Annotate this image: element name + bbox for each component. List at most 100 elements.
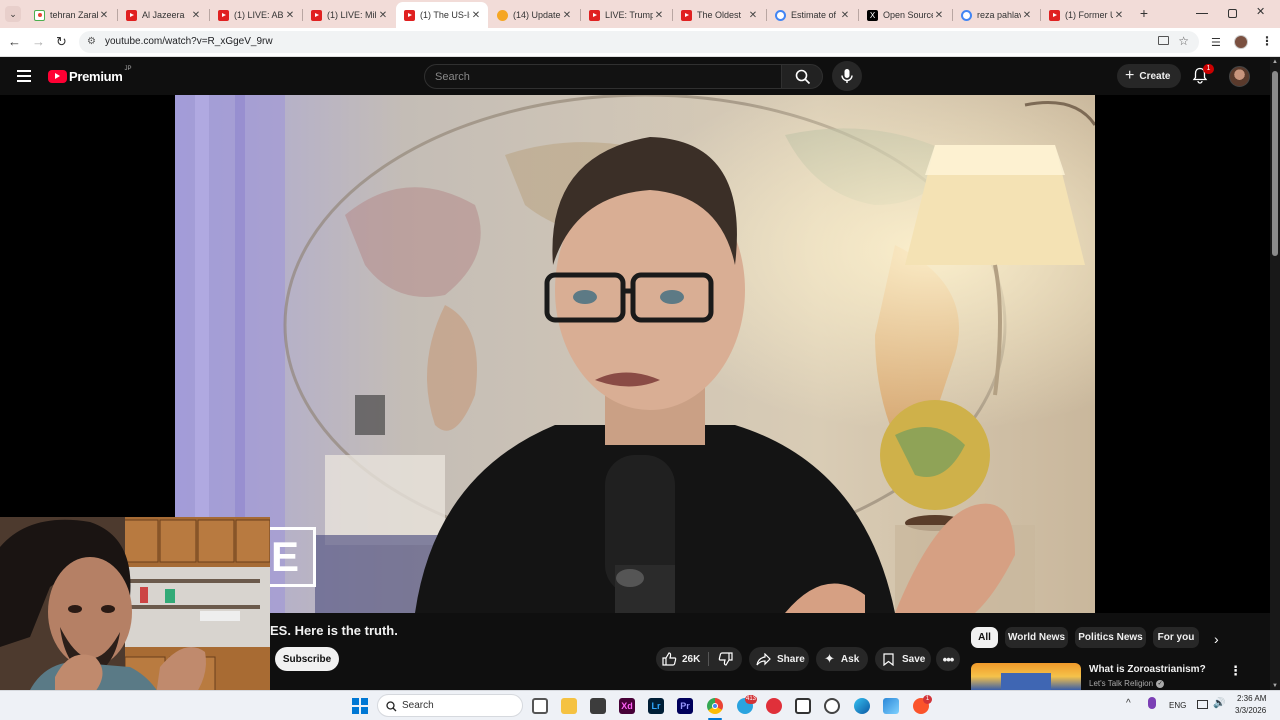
edge-icon[interactable]	[854, 698, 870, 714]
browser-tab[interactable]: (1) LIVE: Mil ✕	[303, 4, 395, 26]
taskbar-search-box[interactable]: Search	[377, 694, 523, 717]
taskbar-search-label: Search	[402, 700, 434, 711]
media-control-icon[interactable]: ☰	[1211, 36, 1221, 49]
windows-start-icon[interactable]	[352, 698, 368, 714]
scrollbar-thumb[interactable]	[1272, 71, 1278, 256]
language-indicator[interactable]: ENG	[1169, 701, 1186, 710]
microphone-tray-icon[interactable]	[1148, 697, 1156, 709]
chip-politics-news[interactable]: Politics News	[1075, 627, 1146, 648]
address-bar[interactable]: ⚙ youtube.com/watch?v=R_xGgeV_9rw ☆	[79, 31, 1199, 53]
close-icon[interactable]: ✕	[747, 10, 759, 21]
recommended-video[interactable]: What is Zoroastrianism? Let's Talk Relig…	[971, 661, 1261, 690]
video-title: ES. Here is the truth.	[270, 623, 398, 638]
ask-button[interactable]: ✦ Ask	[816, 647, 868, 671]
google-icon	[961, 9, 972, 21]
sparkle-icon: ✦	[824, 651, 835, 666]
tray-chevron-icon[interactable]: ^	[1126, 698, 1131, 709]
browser-tab[interactable]: Estimate of ✕	[767, 4, 857, 26]
adobe-xd-icon[interactable]: Xd	[619, 698, 635, 714]
close-icon[interactable]: ✕	[190, 10, 202, 21]
account-avatar[interactable]	[1229, 66, 1250, 87]
browser-menu-icon[interactable]: ⋮	[1261, 34, 1273, 48]
site-info-icon[interactable]: ⚙	[87, 36, 96, 47]
youtube-logo[interactable]: Premium JP	[48, 66, 132, 84]
close-icon[interactable]: ✕	[839, 10, 851, 21]
minimize-button[interactable]	[1196, 7, 1208, 19]
forward-icon[interactable]: →	[32, 34, 48, 50]
app-red-icon[interactable]	[766, 698, 782, 714]
bookmark-star-icon[interactable]: ☆	[1178, 34, 1189, 48]
premiere-icon[interactable]: Pr	[677, 698, 693, 714]
youtube-icon	[126, 9, 137, 21]
dislike-button[interactable]	[709, 647, 741, 671]
close-icon[interactable]: ✕	[284, 10, 296, 21]
voice-search-button[interactable]	[832, 61, 862, 91]
profile-avatar[interactable]	[1234, 35, 1248, 49]
task-view-icon[interactable]	[532, 698, 548, 714]
create-button[interactable]: + Create	[1117, 64, 1181, 88]
hamburger-menu-icon[interactable]	[17, 70, 31, 82]
notifications-button[interactable]: 1	[1192, 64, 1214, 85]
browser-tab[interactable]: X Open Source ✕	[859, 4, 951, 26]
install-app-icon[interactable]	[1158, 36, 1169, 45]
reload-icon[interactable]: ↻	[56, 34, 72, 50]
browser-tab[interactable]: LIVE: Trump ✕	[581, 4, 671, 26]
app-doc-icon[interactable]	[795, 698, 811, 714]
browser-tab-active[interactable]: (1) The US-Is ✕	[396, 2, 488, 28]
browser-tab[interactable]: (1) Former U ✕	[1041, 4, 1131, 26]
page-scrollbar[interactable]: ▲ ▼	[1270, 57, 1280, 690]
kebab-menu-icon[interactable]: ⋮	[1229, 663, 1242, 679]
browser-tab[interactable]: (14) Update ✕	[489, 4, 579, 26]
new-tab-button[interactable]: +	[1136, 5, 1152, 21]
display-tray-icon[interactable]	[1197, 700, 1208, 709]
close-icon[interactable]: ✕	[653, 10, 665, 21]
recommended-title[interactable]: What is Zoroastrianism?	[1089, 664, 1206, 675]
photos-icon[interactable]	[883, 698, 899, 714]
browser-tab[interactable]: Al Jazeera ✕	[118, 4, 208, 26]
like-button[interactable]: 26K	[656, 647, 708, 671]
search-input[interactable]: Search	[424, 64, 782, 89]
browser-tab[interactable]: The Oldest ✕	[673, 4, 765, 26]
search-icon	[795, 69, 811, 85]
close-icon[interactable]: ✕	[98, 10, 110, 21]
chip-all[interactable]: All	[971, 627, 998, 648]
close-icon[interactable]: ✕	[377, 10, 389, 21]
chevron-right-icon[interactable]: ›	[1214, 632, 1228, 646]
notification-count-badge: 1	[1203, 64, 1214, 74]
close-icon[interactable]: ✕	[1021, 10, 1033, 21]
close-icon[interactable]: ✕	[933, 10, 945, 21]
chip-world-news[interactable]: World News	[1005, 627, 1068, 648]
window-close-button[interactable]: ✕	[1256, 5, 1268, 19]
browser-tab[interactable]: (1) LIVE: ABC ✕	[210, 4, 302, 26]
chip-label: Politics News	[1078, 632, 1143, 643]
tab-label: LIVE: Trump	[605, 10, 653, 20]
clock-date[interactable]: 3/3/2026	[1235, 706, 1266, 715]
close-icon[interactable]: ✕	[561, 10, 573, 21]
file-explorer-icon[interactable]	[561, 698, 577, 714]
save-button[interactable]: Save	[875, 647, 931, 671]
search-button[interactable]	[781, 64, 823, 89]
browser-tab[interactable]: tehran Zarakh ✕	[26, 4, 116, 26]
scroll-up-arrow[interactable]: ▲	[1272, 59, 1278, 65]
back-icon[interactable]: ←	[8, 34, 24, 50]
tab-search-button[interactable]: ⌄	[5, 6, 21, 22]
more-actions-button[interactable]: •••	[936, 647, 960, 671]
scroll-down-arrow[interactable]: ▼	[1272, 683, 1278, 689]
chrome-icon[interactable]	[707, 698, 723, 714]
watermark-letter: E	[270, 533, 299, 580]
lightroom-icon[interactable]: Lr	[648, 698, 664, 714]
clock-time[interactable]: 2:36 AM	[1237, 694, 1266, 703]
media-player-icon[interactable]	[590, 698, 606, 714]
share-icon	[756, 652, 771, 665]
video-thumbnail[interactable]	[971, 663, 1081, 690]
share-button[interactable]: Share	[749, 647, 809, 671]
recommended-channel[interactable]: Let's Talk Religion	[1089, 679, 1153, 688]
app-circle-icon[interactable]	[824, 698, 840, 714]
subscribe-button[interactable]: Subscribe	[275, 647, 339, 671]
volume-icon[interactable]: 🔊	[1213, 698, 1225, 709]
browser-tab[interactable]: reza pahlavi ✕	[953, 4, 1039, 26]
close-icon[interactable]: ✕	[470, 10, 482, 21]
restore-button[interactable]	[1228, 9, 1237, 18]
chip-for-you[interactable]: For you	[1153, 627, 1199, 648]
close-icon[interactable]: ✕	[1113, 10, 1125, 21]
